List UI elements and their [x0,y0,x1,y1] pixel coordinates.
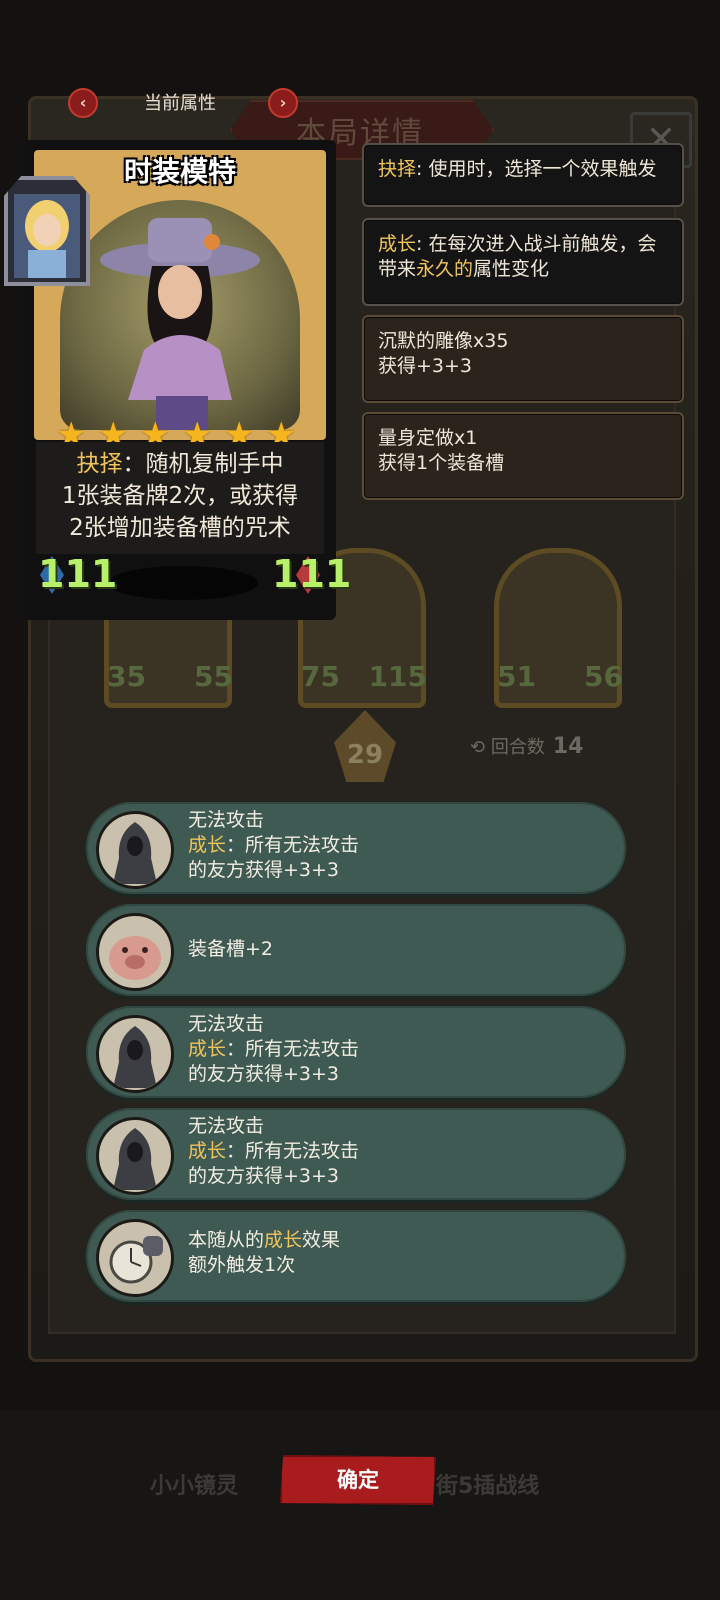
hooded-figure-icon [96,811,174,889]
bottom-tab: 小小镜灵 [150,1474,239,1499]
hero-portrait [60,200,300,430]
keyword-choose: 抉择 [76,451,123,477]
tooltip-statue: 沉默的雕像x35 获得+3+3 [362,315,684,403]
fashion-model-icon [100,218,260,430]
hero-attack: 111 [38,552,118,596]
pig-icon [96,913,174,991]
hooded-figure-icon [96,1117,174,1195]
board-minion-card: 51 56 [494,548,623,708]
round-label: 回合数 [490,737,545,758]
effect-title: 无法攻击 [188,1013,265,1035]
effect-line: 的友方获得+3+3 [188,1063,340,1085]
bottom-tab: 街5插战线 [436,1474,540,1499]
round-counter: ⟲ 回合数 14 [470,733,583,763]
prev-attribute-button[interactable]: ‹ [68,88,98,118]
effect-line: ：所有无法攻击 [226,1038,360,1060]
tooltip-choose: 抉择: 使用时，选择一个效果触发 [362,143,684,207]
attribute-label: 当前属性 [144,93,216,114]
minion-attack: 75 [301,660,340,693]
tooltip-growth: 成长: 在每次进入战斗前触发，会带来永久的属性变化 [362,218,684,306]
tooltip-text: : 使用时，选择一个效果触发 [416,158,657,180]
desc-line: 1张装备牌2次，或获得 [61,483,299,509]
effect-text: 本随从的成长效果 额外触发1次 [188,1228,340,1278]
bottom-bar [0,1410,720,1600]
tavern-level: 29 [346,740,384,770]
keyword-permanent: 永久的 [416,258,474,280]
hero-description: 抉择：随机复制手中 1张装备牌2次，或获得 2张增加装备槽的咒术 [40,448,320,544]
minion-attack: 35 [107,660,146,693]
keyword-growth: 成长 [188,834,227,856]
tooltip-line: 获得+3+3 [378,355,473,377]
tooltip-line: 获得1个装备槽 [378,452,505,474]
desc-line: 2张增加装备槽的咒术 [69,515,291,541]
effect-line: ：所有无法攻击 [226,1140,360,1162]
effect-line: 的友方获得+3+3 [188,859,340,881]
keyword-growth: 成长 [378,233,417,255]
keyword-growth: 成长 [188,1038,227,1060]
hero-shadow [108,566,258,600]
keyword-choose: 抉择 [378,158,417,180]
hero-health: 111 [272,552,352,596]
minion-health: 115 [368,660,427,693]
tooltip-line: 量身定做x1 [378,427,478,449]
effect-text: 无法攻击 成长：所有无法攻击 的友方获得+3+3 [188,1114,359,1189]
effect-text: 装备槽+2 [188,937,273,962]
effect-line: 效果 [302,1229,341,1251]
keyword-growth: 成长 [188,1140,227,1162]
effect-line: 本随从的 [188,1229,265,1251]
minion-health: 56 [584,660,623,693]
tooltip-tailored: 量身定做x1 获得1个装备槽 [362,412,684,500]
hooded-figure-icon [96,1015,174,1093]
player-avatar-icon [14,194,80,278]
effect-line: 额外触发1次 [188,1254,296,1276]
avatar [4,176,90,286]
next-attribute-button[interactable]: › [268,88,298,118]
effect-line: ：所有无法攻击 [226,834,360,856]
effect-title: 无法攻击 [188,809,265,831]
desc-line: ：随机复制手中 [122,451,284,477]
keyword-growth: 成长 [264,1229,303,1251]
round-value: 14 [552,734,584,759]
effect-text: 无法攻击 成长：所有无法攻击 的友方获得+3+3 [188,808,359,883]
minion-attack: 51 [497,660,536,693]
tooltip-text: 属性变化 [473,258,550,280]
tooltip-line: 沉默的雕像x35 [378,330,509,352]
minion-health: 55 [194,660,233,693]
stopwatch-hand-icon [96,1219,174,1297]
confirm-button[interactable]: 确定 [280,1455,436,1505]
effect-title: 无法攻击 [188,1115,265,1137]
effect-title: 装备槽+2 [188,938,274,960]
effect-line: 的友方获得+3+3 [188,1165,340,1187]
refresh-icon: ⟲ [470,737,486,758]
effect-text: 无法攻击 成长：所有无法攻击 的友方获得+3+3 [188,1012,359,1087]
